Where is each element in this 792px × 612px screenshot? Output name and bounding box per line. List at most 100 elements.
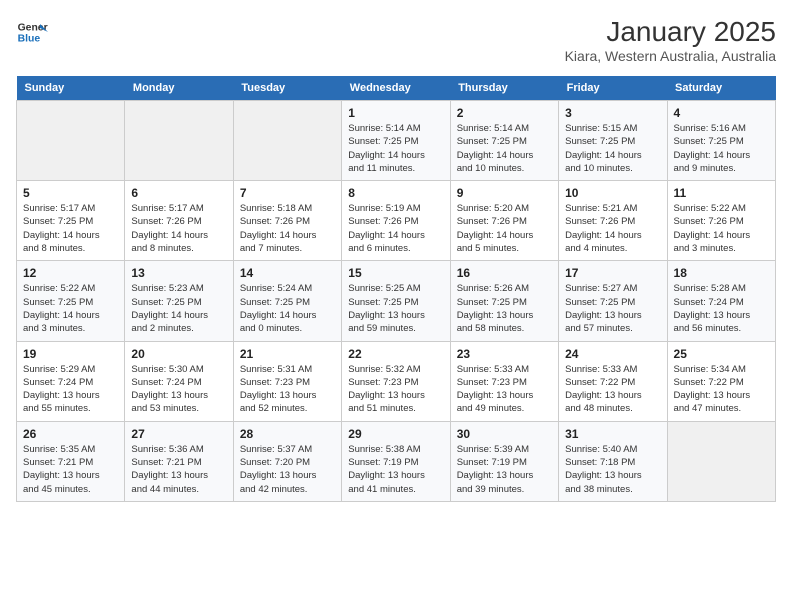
calendar-cell: 14Sunrise: 5:24 AMSunset: 7:25 PMDayligh… (233, 261, 341, 341)
day-info: Sunrise: 5:22 AMSunset: 7:26 PMDaylight:… (674, 202, 769, 255)
day-number: 26 (23, 427, 118, 441)
calendar-cell: 18 Sunrise: 5:28 AMSunset: 7:24 PMDayligh… (667, 261, 775, 341)
calendar-cell (667, 421, 775, 501)
day-info: Sunrise: 5:37 AMSunset: 7:20 PMDaylight:… (240, 443, 335, 496)
calendar-cell: 28 Sunrise: 5:37 AMSunset: 7:20 PMDayligh… (233, 421, 341, 501)
day-number: 5 (23, 186, 118, 200)
calendar-cell: 25 Sunrise: 5:34 AMSunset: 7:22 PMDayligh… (667, 341, 775, 421)
calendar-cell: 8 Sunrise: 5:19 AMSunset: 7:26 PMDaylight… (342, 181, 450, 261)
day-info: Sunrise: 5:18 AMSunset: 7:26 PMDaylight:… (240, 202, 335, 255)
calendar-cell: 15 Sunrise: 5:25 AMSunset: 7:25 PMDayligh… (342, 261, 450, 341)
day-number: 25 (674, 347, 769, 361)
day-info: Sunrise: 5:30 AMSunset: 7:24 PMDaylight:… (131, 363, 226, 416)
day-number: 7 (240, 186, 335, 200)
day-info: Sunrise: 5:21 AMSunset: 7:26 PMDaylight:… (565, 202, 660, 255)
day-info: Sunrise: 5:26 AMSunset: 7:25 PMDaylight:… (457, 282, 552, 335)
day-header-sunday: Sunday (17, 76, 125, 101)
day-info: Sunrise: 5:17 AMSunset: 7:25 PMDaylight:… (23, 202, 118, 255)
logo-icon: General Blue (16, 16, 48, 48)
calendar-cell: 31 Sunrise: 5:40 AMSunset: 7:18 PMDayligh… (559, 421, 667, 501)
day-number: 3 (565, 106, 660, 120)
page-header: General Blue January 2025 Kiara, Western… (16, 16, 776, 64)
day-info: Sunrise: 5:36 AMSunset: 7:21 PMDaylight:… (131, 443, 226, 496)
calendar-cell: 9 Sunrise: 5:20 AMSunset: 7:26 PMDaylight… (450, 181, 558, 261)
day-number: 1 (348, 106, 443, 120)
day-info: Sunrise: 5:38 AMSunset: 7:19 PMDaylight:… (348, 443, 443, 496)
calendar-cell: 16 Sunrise: 5:26 AMSunset: 7:25 PMDayligh… (450, 261, 558, 341)
day-number: 17 (565, 266, 660, 280)
calendar-cell: 1 Sunrise: 5:14 AMSunset: 7:25 PMDaylight… (342, 101, 450, 181)
day-info: Sunrise: 5:14 AMSunset: 7:25 PMDaylight:… (457, 122, 552, 175)
calendar-cell: 13Sunrise: 5:23 AMSunset: 7:25 PMDayligh… (125, 261, 233, 341)
day-info: Sunrise: 5:19 AMSunset: 7:26 PMDaylight:… (348, 202, 443, 255)
week-row-4: 26 Sunrise: 5:35 AMSunset: 7:21 PMDayligh… (17, 421, 776, 501)
day-number: 28 (240, 427, 335, 441)
calendar-cell: 19Sunrise: 5:29 AMSunset: 7:24 PMDayligh… (17, 341, 125, 421)
day-info: Sunrise: 5:25 AMSunset: 7:25 PMDaylight:… (348, 282, 443, 335)
day-number: 6 (131, 186, 226, 200)
title-block: January 2025 Kiara, Western Australia, A… (565, 16, 776, 64)
day-header-row: SundayMondayTuesdayWednesdayThursdayFrid… (17, 76, 776, 101)
calendar-cell: 27 Sunrise: 5:36 AMSunset: 7:21 PMDayligh… (125, 421, 233, 501)
calendar-header: SundayMondayTuesdayWednesdayThursdayFrid… (17, 76, 776, 101)
week-row-0: 1 Sunrise: 5:14 AMSunset: 7:25 PMDaylight… (17, 101, 776, 181)
day-header-friday: Friday (559, 76, 667, 101)
day-info: Sunrise: 5:32 AMSunset: 7:23 PMDaylight:… (348, 363, 443, 416)
day-number: 13 (131, 266, 226, 280)
calendar-cell: 24Sunrise: 5:33 AMSunset: 7:22 PMDayligh… (559, 341, 667, 421)
day-number: 29 (348, 427, 443, 441)
day-number: 31 (565, 427, 660, 441)
day-info: Sunrise: 5:27 AMSunset: 7:25 PMDaylight:… (565, 282, 660, 335)
logo: General Blue (16, 16, 48, 48)
day-info: Sunrise: 5:14 AMSunset: 7:25 PMDaylight:… (348, 122, 443, 175)
calendar-cell: 17 Sunrise: 5:27 AMSunset: 7:25 PMDayligh… (559, 261, 667, 341)
day-number: 4 (674, 106, 769, 120)
day-info: Sunrise: 5:31 AMSunset: 7:23 PMDaylight:… (240, 363, 335, 416)
calendar-cell: 21Sunrise: 5:31 AMSunset: 7:23 PMDayligh… (233, 341, 341, 421)
day-info: Sunrise: 5:16 AMSunset: 7:25 PMDaylight:… (674, 122, 769, 175)
day-number: 18 (674, 266, 769, 280)
calendar-cell: 10Sunrise: 5:21 AMSunset: 7:26 PMDayligh… (559, 181, 667, 261)
day-info: Sunrise: 5:33 AMSunset: 7:23 PMDaylight:… (457, 363, 552, 416)
day-info: Sunrise: 5:28 AMSunset: 7:24 PMDaylight:… (674, 282, 769, 335)
calendar-cell: 30Sunrise: 5:39 AMSunset: 7:19 PMDayligh… (450, 421, 558, 501)
day-number: 15 (348, 266, 443, 280)
calendar-cell (17, 101, 125, 181)
day-info: Sunrise: 5:17 AMSunset: 7:26 PMDaylight:… (131, 202, 226, 255)
day-number: 16 (457, 266, 552, 280)
day-header-thursday: Thursday (450, 76, 558, 101)
calendar-cell: 4 Sunrise: 5:16 AMSunset: 7:25 PMDaylight… (667, 101, 775, 181)
calendar-cell: 23 Sunrise: 5:33 AMSunset: 7:23 PMDayligh… (450, 341, 558, 421)
day-number: 23 (457, 347, 552, 361)
calendar-cell: 26 Sunrise: 5:35 AMSunset: 7:21 PMDayligh… (17, 421, 125, 501)
calendar-cell: 11Sunrise: 5:22 AMSunset: 7:26 PMDayligh… (667, 181, 775, 261)
day-number: 20 (131, 347, 226, 361)
day-number: 8 (348, 186, 443, 200)
calendar-cell: 22 Sunrise: 5:32 AMSunset: 7:23 PMDayligh… (342, 341, 450, 421)
day-header-monday: Monday (125, 76, 233, 101)
calendar-body: 1 Sunrise: 5:14 AMSunset: 7:25 PMDaylight… (17, 101, 776, 502)
day-info: Sunrise: 5:40 AMSunset: 7:18 PMDaylight:… (565, 443, 660, 496)
calendar-cell: 29 Sunrise: 5:38 AMSunset: 7:19 PMDayligh… (342, 421, 450, 501)
week-row-1: 5 Sunrise: 5:17 AMSunset: 7:25 PMDaylight… (17, 181, 776, 261)
day-info: Sunrise: 5:39 AMSunset: 7:19 PMDaylight:… (457, 443, 552, 496)
day-number: 19 (23, 347, 118, 361)
day-number: 9 (457, 186, 552, 200)
day-info: Sunrise: 5:22 AMSunset: 7:25 PMDaylight:… (23, 282, 118, 335)
calendar-cell: 12 Sunrise: 5:22 AMSunset: 7:25 PMDayligh… (17, 261, 125, 341)
day-number: 12 (23, 266, 118, 280)
day-header-wednesday: Wednesday (342, 76, 450, 101)
day-number: 14 (240, 266, 335, 280)
svg-text:Blue: Blue (18, 34, 41, 45)
calendar-cell: 2Sunrise: 5:14 AMSunset: 7:25 PMDaylight… (450, 101, 558, 181)
day-info: Sunrise: 5:20 AMSunset: 7:26 PMDaylight:… (457, 202, 552, 255)
day-number: 22 (348, 347, 443, 361)
day-number: 27 (131, 427, 226, 441)
calendar-title: January 2025 (565, 16, 776, 48)
day-info: Sunrise: 5:15 AMSunset: 7:25 PMDaylight:… (565, 122, 660, 175)
day-number: 24 (565, 347, 660, 361)
calendar-cell: 7 Sunrise: 5:18 AMSunset: 7:26 PMDaylight… (233, 181, 341, 261)
day-info: Sunrise: 5:35 AMSunset: 7:21 PMDaylight:… (23, 443, 118, 496)
day-info: Sunrise: 5:34 AMSunset: 7:22 PMDaylight:… (674, 363, 769, 416)
calendar-cell: 5 Sunrise: 5:17 AMSunset: 7:25 PMDaylight… (17, 181, 125, 261)
